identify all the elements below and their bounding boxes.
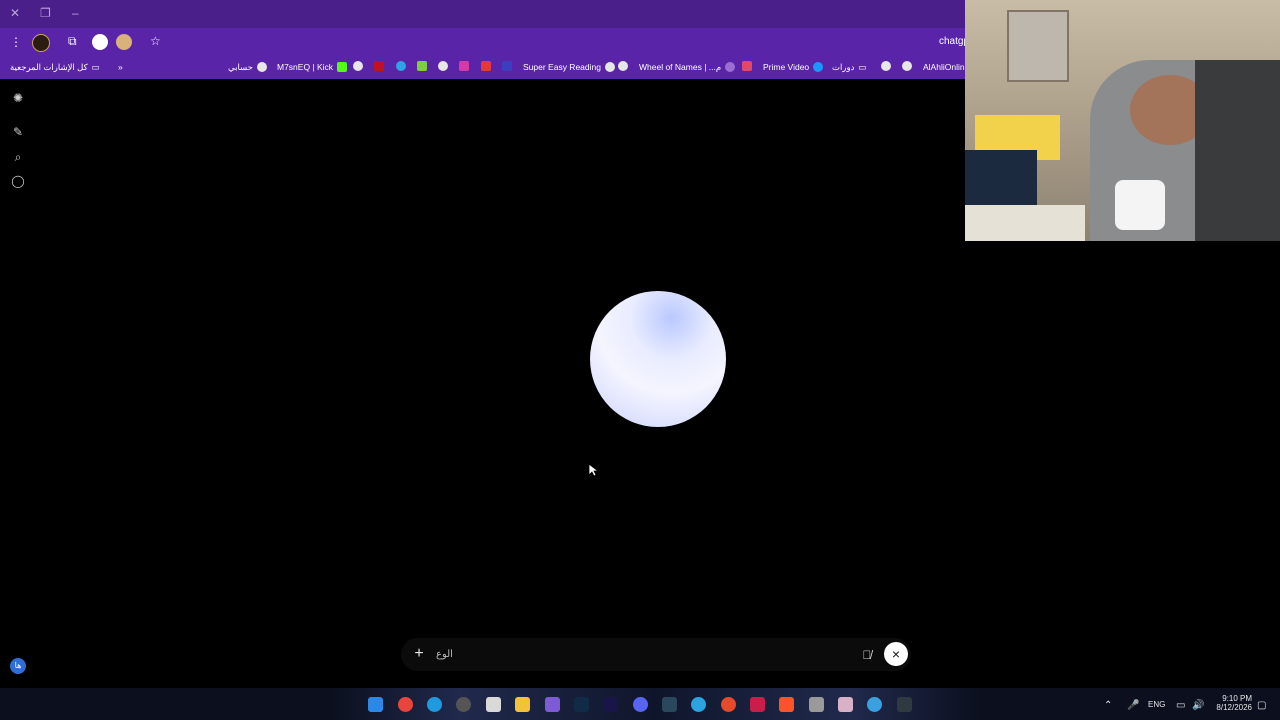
gaming-chair (1195, 60, 1280, 241)
discord-icon[interactable] (633, 697, 648, 712)
chatgpt-logo-icon[interactable]: ✺ (11, 91, 25, 105)
app-icon[interactable] (456, 697, 471, 712)
site-icon[interactable] (502, 61, 512, 71)
globe-icon[interactable] (902, 61, 912, 71)
bookmark-label: AlAhliOnline (923, 62, 965, 72)
bookmark-item[interactable]: Super Easy Reading (523, 60, 619, 74)
site-icon[interactable] (459, 61, 469, 71)
bookmark-item[interactable]: Prime Video (763, 60, 827, 74)
windows-start-icon[interactable] (368, 697, 383, 712)
bookmark-item[interactable]: M7snEQ | Kick (277, 60, 351, 74)
brave-icon[interactable] (779, 697, 794, 712)
globe-icon[interactable] (438, 61, 448, 71)
desk-shelf (965, 205, 1085, 241)
chrome-icon[interactable] (398, 697, 413, 712)
clock-date: 8/12/2026 (1216, 703, 1252, 712)
extension-icon[interactable] (32, 34, 50, 52)
bookmark-label: Super Easy Reading (523, 62, 601, 72)
site-icon[interactable] (396, 61, 406, 71)
add-attachment-button[interactable]: + (411, 646, 427, 662)
app-icon[interactable] (809, 697, 824, 712)
app-icon[interactable] (750, 697, 765, 712)
folder-icon: ▭ (858, 61, 867, 72)
globe-icon (256, 62, 267, 72)
browser-toolbar (0, 28, 965, 55)
globe-icon (604, 62, 615, 72)
menu-kebab-icon[interactable]: ⋮ (10, 35, 22, 49)
mouse-cursor-icon (588, 463, 598, 477)
extension-icon-3[interactable] (116, 34, 132, 50)
notifications-icon[interactable]: ▢ (1257, 700, 1266, 711)
visual-studio-icon[interactable] (545, 697, 560, 712)
tray-overflow-icon[interactable]: ⌃ (1104, 700, 1112, 711)
site-icon[interactable] (374, 61, 384, 71)
avatar[interactable]: ها (10, 658, 26, 674)
browser-titlebar: ✕ ❐ – (0, 0, 965, 28)
edge-icon[interactable] (427, 697, 442, 712)
bookmark-item[interactable]: حسابي (228, 60, 271, 74)
volume-icon[interactable]: 🔊 (1192, 700, 1204, 711)
bookmarks-overflow-button[interactable]: » (118, 60, 123, 74)
telegram-icon[interactable] (691, 697, 706, 712)
bookmark-label: M7snEQ | Kick (277, 62, 334, 72)
file-explorer-icon[interactable] (515, 697, 530, 712)
minimize-window-icon[interactable]: – (72, 6, 79, 20)
voice-orb (590, 291, 726, 427)
new-chat-icon[interactable]: ✎ (11, 125, 25, 139)
chat-bubble-icon[interactable]: ◯ (11, 174, 25, 188)
app-icon[interactable] (838, 697, 853, 712)
wheel-icon (725, 62, 736, 72)
language-indicator[interactable]: ENG (1148, 700, 1165, 709)
store-icon[interactable] (486, 697, 501, 712)
bookmark-label: Prime Video (763, 62, 810, 72)
site-icon[interactable] (481, 61, 491, 71)
extensions-puzzle-icon[interactable]: ⧉ (68, 34, 77, 49)
folder-icon: ▭ (91, 61, 100, 72)
network-icon[interactable]: ▭ (1176, 700, 1185, 711)
voice-transcript-text[interactable]: الوع (436, 649, 453, 660)
webcam-overlay (965, 0, 1280, 241)
bookmark-folder[interactable]: دورات ▭ (832, 60, 866, 74)
microphone (1115, 180, 1165, 230)
globe-icon[interactable] (618, 61, 628, 71)
window-ac-unit (1007, 10, 1069, 82)
globe-icon[interactable] (881, 61, 891, 71)
end-voice-button[interactable]: × (884, 642, 908, 666)
bookmark-label: Wheel of Names | ...م (639, 61, 722, 72)
mic-muted-icon[interactable]: 🎙̸ (859, 647, 875, 663)
clock-time: 9:10 PM (1222, 694, 1252, 703)
bookmark-item[interactable]: AlAhliOnline (923, 60, 965, 74)
extension-icon-2[interactable] (92, 34, 108, 50)
close-window-icon[interactable]: ✕ (10, 6, 20, 20)
bookmark-item[interactable]: Wheel of Names | ...م (639, 60, 739, 74)
bookmark-star-icon[interactable]: ☆ (150, 34, 161, 48)
clock[interactable]: 9:10 PM 8/12/2026 (1214, 694, 1252, 712)
site-icon[interactable] (742, 61, 752, 71)
bookmark-label: حسابي (228, 61, 253, 72)
app-icon[interactable] (721, 697, 736, 712)
steam-icon[interactable] (662, 697, 677, 712)
voice-input-bar (401, 638, 911, 671)
app-icon[interactable] (867, 697, 882, 712)
kick-icon (337, 62, 348, 72)
premiere-icon[interactable] (603, 697, 618, 712)
search-icon[interactable]: ⌕ (11, 150, 25, 164)
all-bookmarks-folder[interactable]: كل الإشارات المرجعية ▭ (10, 60, 100, 74)
bookmark-label: كل الإشارات المرجعية (10, 61, 88, 72)
photoshop-icon[interactable] (574, 697, 589, 712)
batman-box (965, 150, 1037, 210)
download-icon[interactable] (417, 61, 427, 71)
bookmark-label: دورات (832, 61, 855, 72)
prime-video-icon (813, 62, 824, 72)
app-icon[interactable] (897, 697, 912, 712)
restore-window-icon[interactable]: ❐ (40, 6, 51, 20)
globe-icon[interactable] (353, 61, 363, 71)
microphone-icon[interactable]: 🎤 (1127, 700, 1139, 711)
